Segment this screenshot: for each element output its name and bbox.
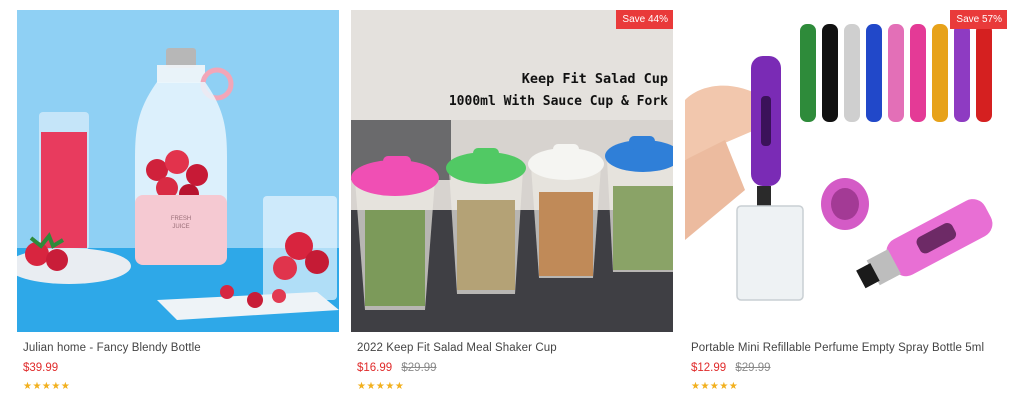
product-grid: FRESH JUICE Julian home - Fancy Blendy B…	[0, 0, 1024, 411]
product-image-perfume-bottle[interactable]: Save 57%	[685, 10, 1007, 332]
sale-price: $12.99	[691, 362, 727, 374]
product-title[interactable]: Julian home - Fancy Blendy Bottle	[23, 342, 335, 354]
sale-price: $16.99	[357, 362, 393, 374]
product-image-blender-bottle[interactable]: FRESH JUICE	[17, 10, 339, 332]
image-caption-line2: 1000ml With Sauce Cup & Fork	[449, 94, 668, 109]
rating-stars: ★★★★★	[357, 381, 404, 392]
star-icon: ★★★★★	[357, 381, 405, 392]
svg-text:FRESH: FRESH	[171, 216, 191, 222]
price-row: $16.99 $29.99	[357, 362, 437, 374]
product-title[interactable]: Portable Mini Refillable Perfume Empty S…	[691, 342, 1003, 354]
star-icon: ★★★★★	[23, 381, 71, 392]
price-row: $12.99 $29.99	[691, 362, 771, 374]
original-price: $29.99	[735, 362, 771, 374]
product-image-salad-cup[interactable]: Keep Fit Salad Cup 1000ml With Sauce Cup…	[351, 10, 673, 332]
star-icon: ★★★★★	[691, 381, 739, 392]
sale-badge: Save 57%	[950, 10, 1007, 29]
sale-badge: Save 44%	[616, 10, 673, 29]
sale-price: $39.99	[23, 362, 59, 374]
image-caption-line1: Keep Fit Salad Cup	[522, 71, 668, 87]
price-row: $39.99	[23, 362, 58, 374]
rating-stars: ★★★★★	[23, 381, 70, 392]
product-title[interactable]: 2022 Keep Fit Salad Meal Shaker Cup	[357, 342, 669, 354]
rating-stars: ★★★★★	[691, 381, 738, 392]
product-card[interactable]: FRESH JUICE Julian home - Fancy Blendy B…	[17, 10, 339, 405]
product-card[interactable]: Keep Fit Salad Cup 1000ml With Sauce Cup…	[351, 10, 673, 405]
svg-text:JUICE: JUICE	[172, 224, 189, 230]
original-price: $29.99	[401, 362, 437, 374]
product-card[interactable]: Save 57% Portable Mini Refillable Perfum…	[685, 10, 1007, 405]
